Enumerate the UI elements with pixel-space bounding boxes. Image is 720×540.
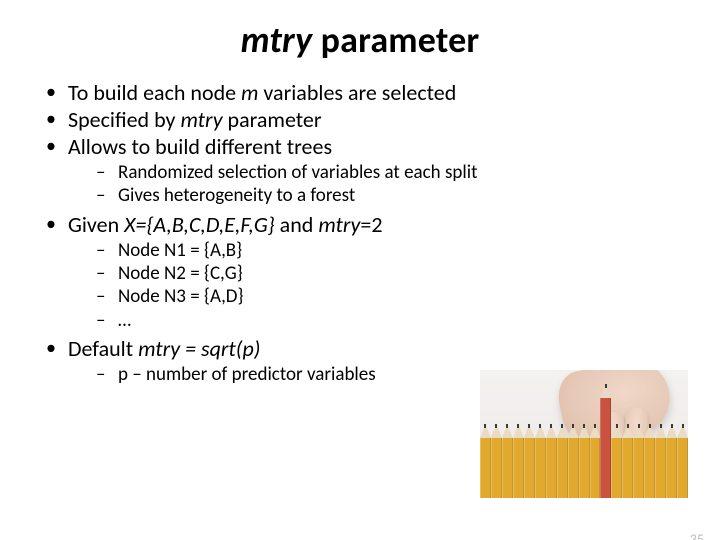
pencil-icon [666,438,677,498]
b2-em: mtry [180,106,222,133]
pencil-icon [524,438,535,498]
pencil-icon [611,438,622,498]
pencil-icon [491,438,502,498]
bullet-2: Specified by mtry parameter [42,107,690,133]
b5-pre: Default [68,335,138,362]
b4-sub-1: Node N1 = {A,B} [68,240,690,262]
bullet-1: To build each node m variables are selec… [42,80,690,106]
pencil-icon [579,438,590,498]
b4-em1: X={A,B,C,D,E,F,G} [124,211,275,238]
b2-post: parameter [223,106,322,133]
title-rest: parameter [312,18,479,62]
b4-sub-4: … [68,310,690,332]
bullet-4: Given X={A,B,C,D,E,F,G} and mtry=2 Node … [42,212,690,333]
slide-number: 35 [690,531,704,540]
b4-post: =2 [360,211,382,238]
bullet-3: Allows to build different trees Randomiz… [42,134,690,208]
b1-post: variables are selected [258,79,456,106]
pencil-icon [644,438,655,498]
b4-pre: Given [68,211,124,238]
red-pencil-icon [600,398,611,498]
pencil-icon [535,438,546,498]
title-em: mtry [241,18,313,62]
slide-title: mtry parameter [0,18,720,62]
pencil-icon [480,438,491,498]
b4-sub-3: Node N3 = {A,D} [68,286,690,308]
b1-em: m [241,79,258,106]
pencil-icon [557,438,568,498]
pencil-icon [546,438,557,498]
pencil-selection-image [480,370,688,498]
pencil-icon [590,438,601,498]
pencil-icon [655,438,666,498]
b4-sub-2: Node N2 = {C,G} [68,263,690,285]
pencil-row [480,428,688,498]
b4-em2: mtry [318,211,360,238]
pencil-icon [633,438,644,498]
bullet-3-sublist: Randomized selection of variables at eac… [68,162,690,208]
b1-pre: To build each node [68,79,241,106]
pencil-icon [513,438,524,498]
pencil-icon [677,438,688,498]
pencil-icon [568,438,579,498]
b3-text: Allows to build different trees [68,133,332,160]
b3-sub-1: Randomized selection of variables at eac… [68,162,690,184]
bullet-4-sublist: Node N1 = {A,B} Node N2 = {C,G} Node N3 … [68,240,690,333]
slide: mtry parameter To build each node m vari… [0,18,720,540]
pencil-icon [502,438,513,498]
bullet-list: To build each node m variables are selec… [42,80,690,387]
b5-em: mtry = sqrt(p) [138,335,260,362]
b3-sub-2: Gives heterogeneity to a forest [68,185,690,207]
b2-pre: Specified by [68,106,180,133]
pencil-icon [622,438,633,498]
slide-body: To build each node m variables are selec… [0,80,720,387]
b4-mid: and [275,211,319,238]
